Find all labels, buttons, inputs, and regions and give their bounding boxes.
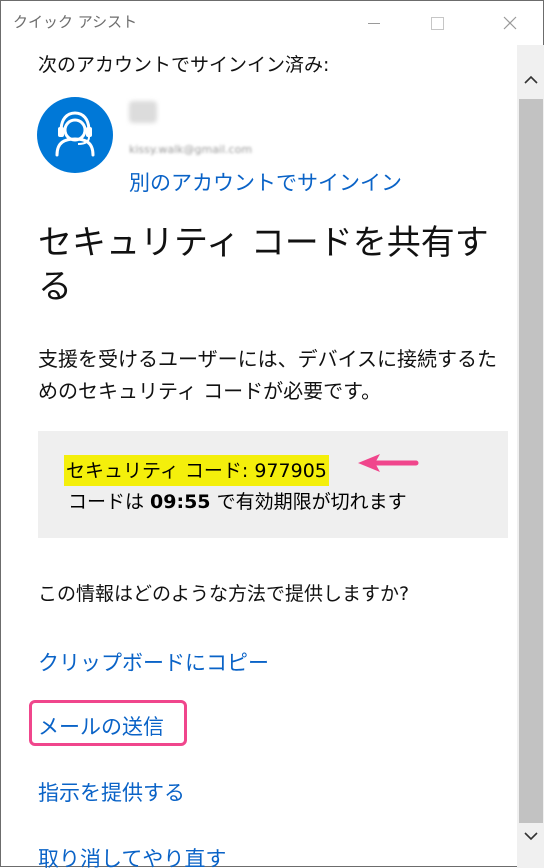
page-heading: セキュリティ コードを共有する (38, 223, 489, 307)
minimize-button[interactable] (351, 1, 397, 45)
cancel-restart-link[interactable]: 取り消してやり直す (38, 843, 226, 868)
maximize-button[interactable] (414, 1, 460, 45)
headset-user-icon (55, 111, 95, 157)
expiry-time: 09:55 (150, 491, 211, 513)
copy-to-clipboard-link[interactable]: クリップボードにコピー (38, 647, 269, 677)
maximize-icon (430, 16, 444, 30)
scroll-up-button[interactable] (517, 67, 544, 93)
title-bar: クイック アシスト (1, 1, 544, 45)
sign-in-other-account-link[interactable]: 別のアカウントでサインイン (129, 167, 402, 197)
minimize-icon (368, 22, 380, 24)
scrollbar-thumb[interactable] (519, 99, 543, 823)
description-text: 支援を受けるユーザーには、デバイスに接続するためのセキュリティ コードが必要です… (38, 347, 497, 403)
close-icon (503, 16, 517, 30)
signed-in-label: 次のアカウントでサインイン済み: (38, 54, 330, 76)
security-code: セキュリティ コード: 977905 (64, 455, 329, 486)
content-pane: 次のアカウントでサインイン済み: kissy.walk@gmail.com 別の… (1, 45, 517, 868)
annotation-arrow-icon (358, 454, 419, 472)
close-button[interactable] (487, 1, 533, 45)
delivery-question: この情報はどのような方法で提供しますか? (38, 583, 410, 605)
chevron-up-icon (524, 75, 538, 84)
quick-assist-window: クイック アシスト 次のアカウントでサインイン済み: kissy.walk@gm… (0, 0, 544, 868)
provide-instructions-link[interactable]: 指示を提供する (38, 777, 185, 807)
security-code-box: セキュリティ コード: 977905 コードは 09:55 で有効期限が切れます (38, 431, 508, 538)
scroll-down-button[interactable] (517, 823, 544, 849)
send-email-link[interactable]: メールの送信 (38, 711, 164, 741)
window-title: クイック アシスト (13, 13, 138, 31)
chevron-down-icon (524, 832, 538, 841)
expiry-text: コードは 09:55 で有効期限が切れます (68, 491, 407, 513)
vertical-scrollbar[interactable] (517, 45, 544, 868)
account-avatar (37, 97, 113, 173)
account-name (129, 101, 157, 123)
account-email: kissy.walk@gmail.com (129, 143, 253, 156)
